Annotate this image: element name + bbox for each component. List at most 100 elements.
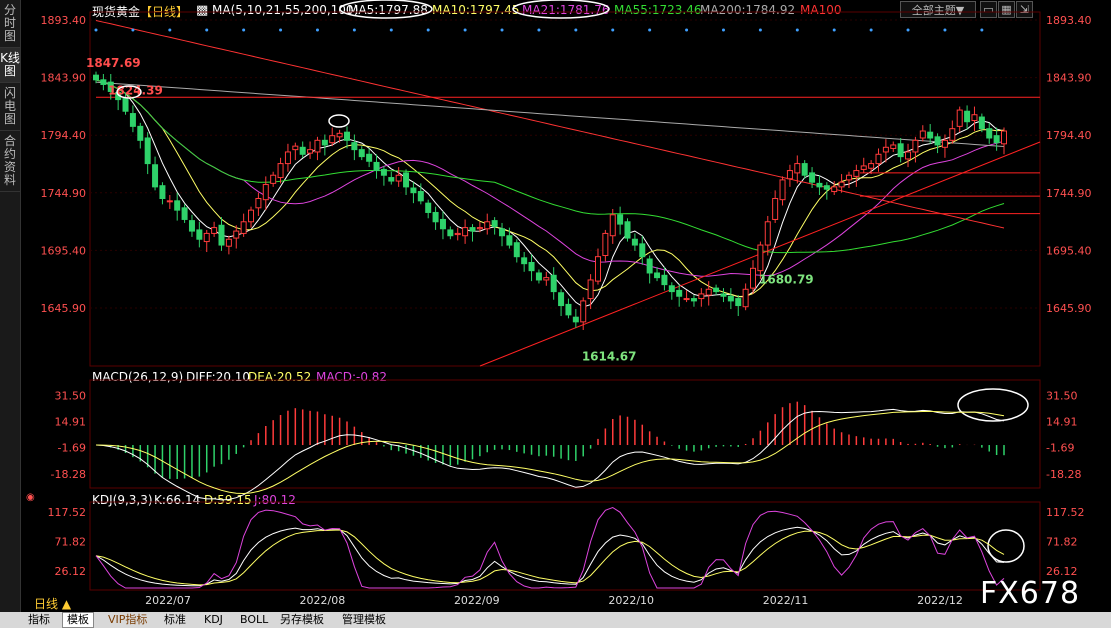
chevron-up-icon: ▲: [61, 597, 72, 611]
candle-body: [794, 163, 801, 174]
candle-body: [454, 232, 461, 236]
candle-body: [233, 230, 240, 239]
candle-body: [122, 97, 129, 112]
candle-body: [499, 228, 506, 237]
candle-body: [521, 257, 528, 265]
candle-body: [248, 209, 255, 223]
candle-body: [395, 174, 402, 182]
signal-dot: [389, 28, 393, 32]
candle-body: [713, 287, 720, 293]
dea-line: [95, 410, 1005, 495]
candle-body: [698, 293, 705, 300]
candle-body: [558, 292, 565, 307]
signal-dot: [279, 28, 283, 32]
ma55-line: [95, 79, 1005, 254]
macd-highlight-ellipse: [957, 388, 1029, 422]
x-tick-label: 2022/09: [454, 594, 500, 607]
signal-dot: [611, 28, 615, 32]
ma5-highlight-ellipse: [339, 0, 433, 19]
candle-body: [882, 146, 889, 153]
y-tick-label: 1893.40: [1046, 14, 1092, 27]
period-selector[interactable]: 日线 ▲: [34, 595, 71, 612]
tab-save-template[interactable]: 另存模板: [276, 613, 328, 627]
j-line: [95, 506, 1005, 589]
kdj-y-tick-label: 71.82: [1046, 536, 1078, 549]
chart-canvas[interactable]: 1893.40 1893.40 1843.90 1843.90 1794.40 1794.…: [0, 0, 1111, 612]
macd-y-tick-label: -1.69: [58, 442, 86, 455]
macd-y-tick-label: -1.69: [1046, 442, 1074, 455]
candle-body: [100, 79, 107, 85]
tab-templates[interactable]: 模板: [62, 612, 94, 628]
candle-body: [971, 114, 978, 122]
signal-dot: [832, 28, 836, 32]
candle-body: [764, 221, 771, 246]
candle-body: [417, 191, 424, 202]
candle-body: [978, 116, 985, 130]
price-annotation: 1824.39: [108, 83, 163, 97]
candle-body: [240, 221, 247, 234]
candle-body: [654, 272, 661, 279]
candle-body: [144, 137, 151, 165]
candle-body: [860, 165, 867, 170]
kdj-y-tick-label: 26.12: [55, 565, 87, 578]
candle-body: [336, 132, 343, 138]
candle-body: [270, 174, 277, 184]
candle-body: [705, 288, 712, 296]
tab-manage-templates[interactable]: 管理模板: [338, 613, 390, 627]
candle-body: [513, 242, 520, 258]
candle-body: [617, 214, 624, 225]
candle-body: [757, 244, 764, 272]
candle-body: [934, 136, 941, 146]
bottom-toolbar: 指标 模板 VIP指标 标准 KDJ BOLL 另存模板 管理模板: [0, 612, 1111, 628]
candle-body: [476, 227, 483, 230]
candle-body: [329, 135, 336, 144]
macd-y-tick-label: 31.50: [55, 389, 87, 402]
signal-dot: [205, 28, 209, 32]
price-annotation: 1847.69: [86, 56, 141, 70]
candle-body: [580, 300, 587, 323]
signal-dot: [795, 28, 799, 32]
candle-body: [646, 258, 653, 274]
candle-body: [351, 142, 358, 151]
signal-dot: [168, 28, 172, 32]
y-tick-label: 1893.40: [41, 14, 87, 27]
candle-body: [528, 262, 535, 272]
kdj-highlight-ellipse: [987, 529, 1025, 563]
candle-body: [668, 285, 675, 293]
candle-body: [735, 298, 742, 307]
candle-body: [927, 131, 934, 139]
tab-standard[interactable]: 标准: [160, 613, 190, 627]
candle-body: [543, 277, 550, 281]
candle-body: [897, 143, 904, 158]
price-annotation: 1680.79: [759, 272, 814, 286]
candle-body: [129, 113, 136, 127]
macd-y-tick-label: 14.91: [55, 416, 87, 429]
y-tick-label: 1794.40: [1046, 129, 1092, 142]
candle-body: [594, 256, 601, 282]
candle-body: [565, 303, 572, 316]
y-tick-label: 1843.90: [1046, 72, 1092, 85]
candle-body: [196, 229, 203, 240]
x-tick-label: 2022/12: [917, 594, 963, 607]
candle-body: [941, 139, 948, 148]
candle-body: [469, 227, 476, 232]
signal-dot: [426, 28, 430, 32]
signal-dot: [574, 28, 578, 32]
tab-indicators[interactable]: 指标: [24, 613, 54, 627]
signal-dot: [685, 28, 689, 32]
candle-body: [964, 110, 971, 123]
candle-body: [624, 221, 631, 239]
candle-body: [255, 198, 262, 209]
candle-body: [772, 198, 779, 220]
y-tick-label: 1794.40: [41, 129, 87, 142]
tab-boll[interactable]: BOLL: [236, 613, 272, 627]
candle-body: [742, 288, 749, 308]
watermark: FX678: [980, 576, 1081, 611]
signal-dot: [131, 28, 135, 32]
tab-kdj[interactable]: KDJ: [200, 613, 227, 627]
candle-body: [174, 200, 181, 211]
signal-dot: [352, 28, 356, 32]
candle-body: [314, 139, 321, 153]
tab-vip-indicators[interactable]: VIP指标: [104, 613, 151, 627]
x-tick-label: 2022/08: [300, 594, 346, 607]
